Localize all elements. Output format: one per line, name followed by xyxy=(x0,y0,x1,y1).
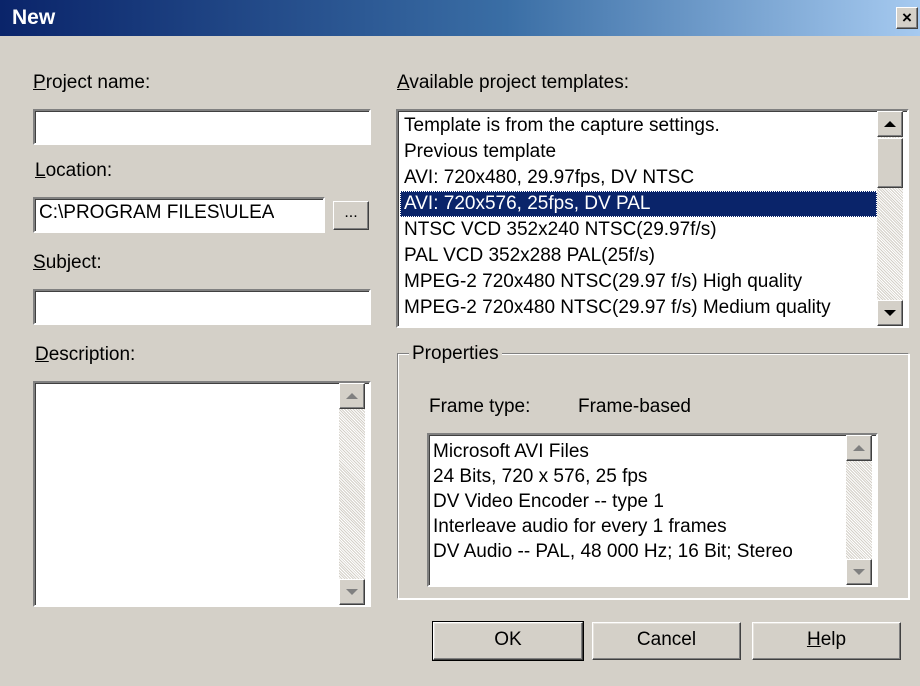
template-list-item[interactable]: Previous template xyxy=(400,139,877,165)
templates-listbox[interactable]: Template is from the capture settings. Pr… xyxy=(396,109,909,328)
title-bar: New × xyxy=(0,0,920,36)
properties-scroll-down-button[interactable] xyxy=(846,559,872,585)
templates-list: Template is from the capture settings. Pr… xyxy=(400,113,877,324)
arrow-down-icon xyxy=(346,589,358,595)
close-button[interactable]: × xyxy=(896,7,918,29)
scroll-up-button[interactable] xyxy=(339,383,365,409)
ok-button[interactable]: OK xyxy=(432,621,584,661)
ellipsis-icon: ... xyxy=(344,204,358,221)
templates-scrollbar[interactable] xyxy=(877,111,903,326)
properties-info-line: DV Video Encoder -- type 1 xyxy=(433,491,664,512)
project-name-input[interactable] xyxy=(33,109,371,145)
frame-type-value: Frame-based xyxy=(578,396,691,417)
window-title: New xyxy=(12,6,56,29)
template-list-item[interactable]: MPEG-2 720x480 NTSC(29.97 f/s) Low quali… xyxy=(400,321,877,324)
properties-info-line: DV Audio -- PAL, 48 000 Hz; 16 Bit; Ster… xyxy=(433,541,793,562)
ok-button-label: OK xyxy=(494,629,522,650)
properties-info-line: 24 Bits, 720 x 576, 25 fps xyxy=(433,466,648,487)
properties-scroll-up-button[interactable] xyxy=(846,435,872,461)
template-list-item[interactable]: MPEG-2 720x480 NTSC(29.97 f/s) Medium qu… xyxy=(400,295,877,321)
arrow-up-icon xyxy=(853,445,865,451)
template-list-item[interactable]: AVI: 720x480, 29.97fps, DV NTSC xyxy=(400,165,877,191)
properties-group-label: Properties xyxy=(409,343,502,365)
help-button-label: Help xyxy=(806,629,847,650)
scroll-down-button[interactable] xyxy=(339,579,365,605)
close-icon: × xyxy=(902,8,912,27)
template-list-item[interactable]: MPEG-2 720x480 NTSC(29.97 f/s) High qual… xyxy=(400,269,877,295)
properties-info-line: Microsoft AVI Files xyxy=(433,441,589,462)
browse-button[interactable]: ... xyxy=(333,201,369,230)
template-list-item[interactable]: AVI: 720x576, 25fps, DV PAL xyxy=(400,191,877,217)
location-label: Location: xyxy=(35,160,113,181)
project-name-label: Project name: xyxy=(33,72,151,93)
properties-info-line: Interleave audio for every 1 frames xyxy=(433,516,727,537)
frame-type-label: Frame type: xyxy=(429,396,531,417)
templates-scroll-thumb[interactable] xyxy=(877,138,903,188)
template-list-item[interactable]: Template is from the capture settings. xyxy=(400,113,877,139)
description-textarea[interactable] xyxy=(33,381,371,607)
templates-scroll-up-button[interactable] xyxy=(877,111,903,137)
cancel-button-label: Cancel xyxy=(636,629,697,650)
description-scrollbar[interactable] xyxy=(339,383,365,605)
properties-info-box[interactable]: Microsoft AVI Files 24 Bits, 720 x 576, 2… xyxy=(427,433,878,587)
location-input[interactable]: C:\PROGRAM FILES\ULEA xyxy=(33,197,325,233)
arrow-down-icon xyxy=(884,310,896,316)
help-button[interactable]: Help xyxy=(752,622,901,660)
template-list-item[interactable]: PAL VCD 352x288 PAL(25f/s) xyxy=(400,243,877,269)
arrow-up-icon xyxy=(346,393,358,399)
properties-scrollbar[interactable] xyxy=(846,435,872,585)
description-label: Description: xyxy=(35,344,136,365)
subject-label: Subject: xyxy=(33,252,102,273)
properties-info-lines: Microsoft AVI Files 24 Bits, 720 x 576, 2… xyxy=(433,439,846,583)
subject-input[interactable] xyxy=(33,289,371,325)
location-value: C:\PROGRAM FILES\ULEA xyxy=(39,202,275,223)
templates-label: Available project templates: xyxy=(397,72,630,93)
templates-scroll-down-button[interactable] xyxy=(877,300,903,326)
arrow-down-icon xyxy=(853,569,865,575)
cancel-button[interactable]: Cancel xyxy=(592,622,741,660)
arrow-up-icon xyxy=(884,121,896,127)
template-list-item[interactable]: NTSC VCD 352x240 NTSC(29.97f/s) xyxy=(400,217,877,243)
